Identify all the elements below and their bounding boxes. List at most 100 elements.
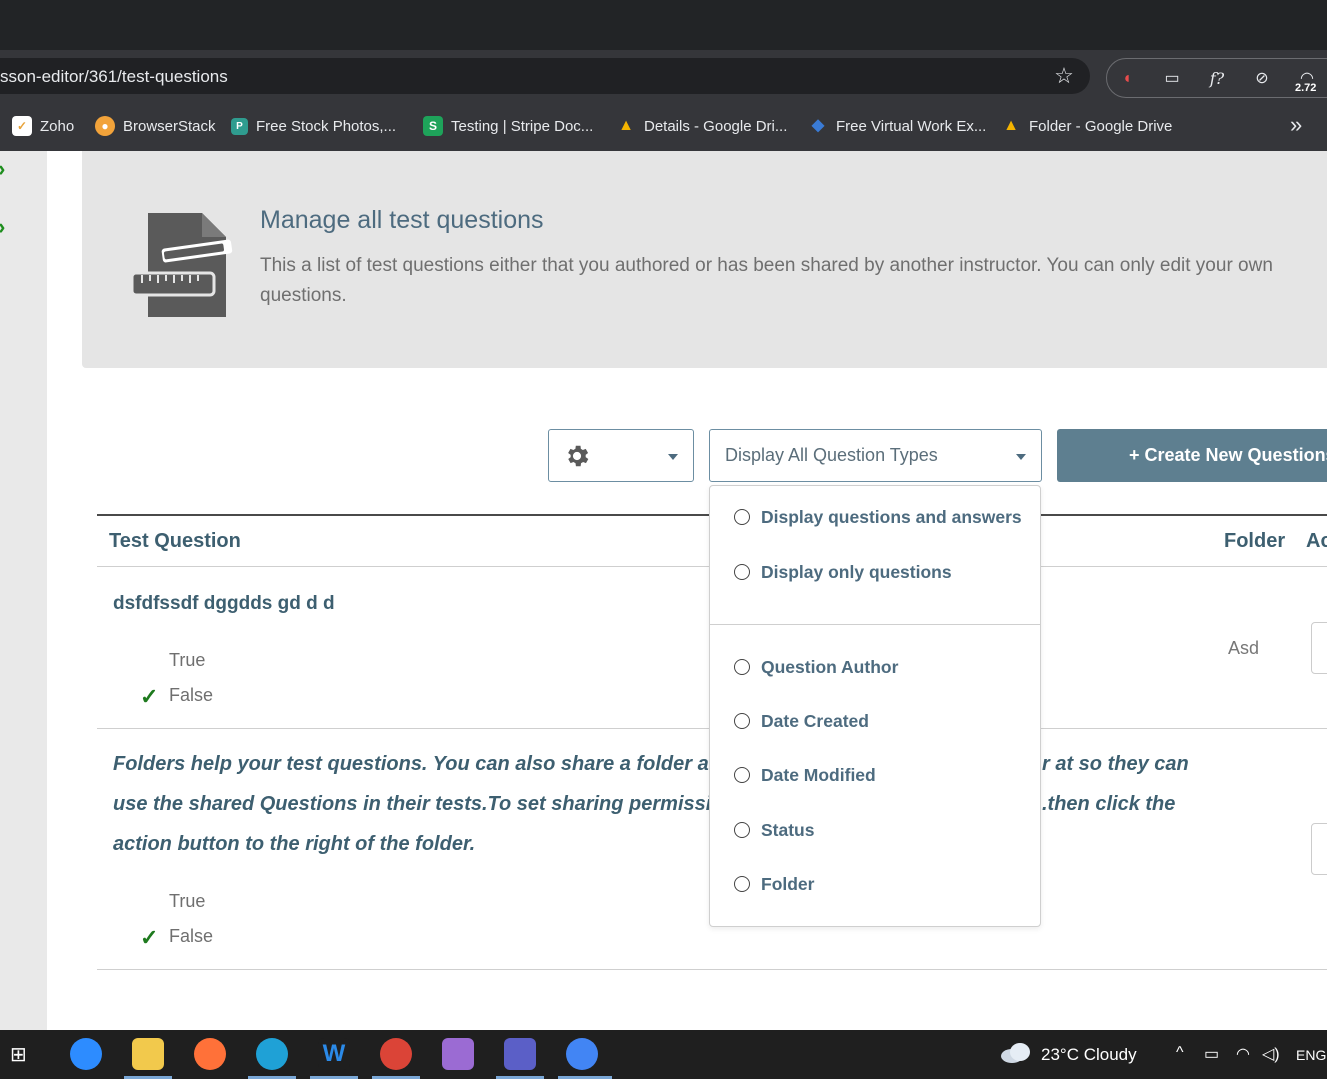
- chevron-right-icon[interactable]: ›: [0, 158, 12, 180]
- dropdown-divider: [710, 624, 1040, 625]
- weather-text[interactable]: 23°C Cloudy: [1041, 1045, 1137, 1065]
- answer-option: True: [169, 891, 206, 911]
- row-action-button[interactable]: [1311, 823, 1327, 875]
- radio-button[interactable]: [734, 564, 750, 580]
- option-label: Date Modified: [761, 764, 876, 785]
- gear-icon: [568, 445, 589, 467]
- option-display-questions-and-answers[interactable]: Display questions and answers: [734, 506, 1022, 528]
- firefox-icon[interactable]: [194, 1038, 226, 1070]
- zoom-app-icon[interactable]: [70, 1038, 102, 1070]
- option-label: Question Author: [761, 656, 899, 677]
- answer-option-correct: False: [169, 685, 214, 705]
- bookmarks-bar: ✓ Zoho ● BrowserStack P Free Stock Photo…: [0, 100, 1327, 151]
- virtual-work-icon: ◆: [811, 117, 825, 134]
- row-action-button[interactable]: [1311, 622, 1327, 674]
- page-header-banner: Manage all test questions This a list of…: [82, 151, 1327, 368]
- question-text: dsfdfssdf dggdds gd d d: [113, 593, 335, 614]
- option-label: Status: [761, 819, 815, 840]
- chevron-double-right-icon[interactable]: »: [1290, 112, 1302, 138]
- feather-app-icon[interactable]: [442, 1038, 474, 1070]
- chevron-up-icon[interactable]: ^: [1176, 1044, 1184, 1062]
- column-header-folder[interactable]: Folder: [1224, 530, 1285, 553]
- radio-button[interactable]: [734, 659, 750, 675]
- option-folder[interactable]: Folder: [734, 873, 814, 895]
- bookmark-label: Folder - Google Drive: [1029, 117, 1173, 135]
- option-label: Display only questions: [761, 561, 952, 582]
- option-question-author[interactable]: Question Author: [734, 656, 898, 678]
- bookmark-label: Free Stock Photos,...: [256, 117, 397, 135]
- wrike-icon[interactable]: W: [318, 1038, 350, 1070]
- option-display-only-questions[interactable]: Display only questions: [734, 561, 952, 583]
- column-header-action: Ac: [1306, 530, 1327, 552]
- browser-tab-strip: [0, 0, 1327, 50]
- display-options-dropdown: Display questions and answers Display on…: [709, 485, 1041, 927]
- radio-button[interactable]: [734, 767, 750, 783]
- zoho-icon: ✓: [12, 116, 32, 136]
- bookmark-label: Testing | Stripe Doc...: [451, 117, 594, 135]
- browserstack-icon: ●: [95, 116, 115, 136]
- chrome-icon[interactable]: [566, 1038, 598, 1070]
- battery-icon[interactable]: ▭: [1204, 1044, 1219, 1064]
- stock-photos-icon: P: [231, 117, 248, 135]
- extension-badge: 2.72: [1295, 82, 1317, 94]
- bookmark-zoho[interactable]: ✓ Zoho: [12, 115, 74, 137]
- question-type-value: Display All Question Types: [725, 445, 938, 465]
- caret-down-icon: [1016, 454, 1026, 460]
- bookmark-stock-photos[interactable]: P Free Stock Photos,...: [231, 115, 396, 137]
- radio-button[interactable]: [734, 822, 750, 838]
- bookmark-label: BrowserStack: [123, 117, 216, 135]
- question-type-select[interactable]: Display All Question Types: [709, 429, 1042, 482]
- option-date-modified[interactable]: Date Modified: [734, 764, 876, 786]
- question-line: .then click the: [1042, 793, 1176, 815]
- extensions-group: ◖ ▭ f? ⊘ ◠: [1106, 58, 1327, 98]
- option-date-created[interactable]: Date Created: [734, 710, 869, 732]
- check-icon: ✓: [140, 684, 159, 709]
- bookmark-browserstack[interactable]: ● BrowserStack: [95, 115, 216, 137]
- answer-option: True: [169, 650, 206, 670]
- row-divider: [97, 969, 1327, 970]
- radio-button[interactable]: [734, 713, 750, 729]
- radio-button[interactable]: [734, 509, 750, 525]
- file-explorer-icon[interactable]: [132, 1038, 164, 1070]
- volume-icon[interactable]: ◁): [1262, 1044, 1280, 1064]
- chrome-profile-icon[interactable]: [380, 1038, 412, 1070]
- bookmark-label: Details - Google Dri...: [644, 117, 788, 135]
- bookmark-stripe[interactable]: S Testing | Stripe Doc...: [423, 115, 593, 137]
- option-label: Folder: [761, 873, 815, 894]
- caret-down-icon: [668, 454, 678, 460]
- os-taskbar: ⊞ W 23°C Cloudy ^ ▭ ◠ ◁) ENG: [0, 1030, 1327, 1079]
- google-drive-icon: ▲: [618, 117, 634, 134]
- option-status[interactable]: Status: [734, 819, 814, 841]
- magnet-extension-icon[interactable]: ◖: [1115, 67, 1139, 91]
- bookmark-google-drive-folder[interactable]: ▲ Folder - Google Drive: [1001, 115, 1172, 137]
- column-header-test-question[interactable]: Test Question: [109, 530, 241, 553]
- bookmark-star-icon[interactable]: ☆: [1050, 62, 1078, 90]
- bookmark-virtual-work[interactable]: ◆ Free Virtual Work Ex...: [808, 115, 986, 137]
- url-text[interactable]: sson-editor/361/test-questions: [0, 67, 228, 87]
- language-indicator[interactable]: ENG: [1296, 1047, 1326, 1063]
- question-line: r at so they can: [1042, 753, 1189, 775]
- chevron-right-icon[interactable]: ›: [0, 216, 12, 238]
- create-button-label: + Create New Questions: [1129, 445, 1327, 465]
- document-ruler-icon: [130, 213, 233, 317]
- page-description: This a list of test questions either tha…: [260, 255, 1273, 306]
- compass-icon[interactable]: ⊘: [1250, 67, 1274, 91]
- option-label: Date Created: [761, 710, 869, 731]
- edge-icon[interactable]: [256, 1038, 288, 1070]
- question-line: action button to the right of the folder…: [113, 833, 476, 855]
- address-bar[interactable]: sson-editor/361/test-questions ☆: [0, 58, 1090, 94]
- left-sidebar-rail: › ›: [0, 151, 47, 1030]
- bookmark-google-drive-details[interactable]: ▲ Details - Google Dri...: [616, 115, 787, 137]
- cast-icon[interactable]: ▭: [1160, 67, 1184, 91]
- option-label: Display questions and answers: [761, 506, 1022, 527]
- address-bar-row: sson-editor/361/test-questions ☆ ◖ ▭ f? …: [0, 50, 1327, 100]
- font-extension-icon[interactable]: f?: [1205, 67, 1229, 91]
- wifi-icon[interactable]: ◠: [1236, 1044, 1250, 1064]
- teams-icon[interactable]: [504, 1038, 536, 1070]
- radio-button[interactable]: [734, 876, 750, 892]
- bookmark-label: Zoho: [40, 117, 75, 135]
- task-view-icon[interactable]: ⊞: [10, 1042, 27, 1067]
- create-new-questions-button[interactable]: + Create New Questions: [1057, 429, 1327, 482]
- settings-dropdown-button[interactable]: [548, 429, 694, 482]
- cloud-icon: [1001, 1043, 1030, 1063]
